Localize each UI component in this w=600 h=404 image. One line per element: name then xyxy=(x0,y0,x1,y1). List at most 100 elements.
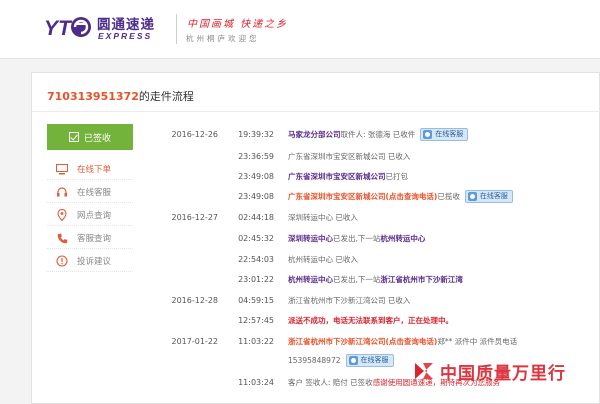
side-menu: 已签收 在线下单 在线客服 网点查询 客服查询 投诉建议 xyxy=(47,124,133,272)
service-face-icon xyxy=(423,129,433,139)
event-desc: 广东省深圳市宝安区新城公司 已打包 xyxy=(288,171,408,182)
sidebar-item-complaint[interactable]: 投诉建议 xyxy=(47,251,133,272)
watermark: 中国质量万里行 xyxy=(412,356,566,386)
header-welcome: 杭州桐庐欢迎您 xyxy=(186,34,260,43)
event-row: 2016-12-27 02:44:18 深圳转运中心 已收入 xyxy=(140,207,358,227)
event-location-link[interactable]: 马家龙分部公司 xyxy=(288,129,341,140)
event-desc: 杭州转运中心 已收入 xyxy=(288,254,358,265)
event-time: 23:01:22 xyxy=(238,274,274,284)
event-text: 已揽收 xyxy=(437,191,460,201)
event-time: 02:44:18 xyxy=(238,212,274,222)
event-row: 2017-01-22 11:03:22 浙江省杭州市下沙新江湾公司(点击查询电话… xyxy=(140,331,518,351)
event-text: 杭州转运中心 已收入 xyxy=(288,254,358,264)
event-time: 11:03:22 xyxy=(238,336,274,346)
event-text: 已打包 xyxy=(385,171,409,181)
header-divider xyxy=(176,14,177,44)
event-location-phone-link[interactable]: 浙江省杭州市下沙新江湾公司(点击查询电话) xyxy=(288,336,437,347)
yto-logo-icon: YT xyxy=(44,17,91,40)
service-face-icon xyxy=(348,355,358,365)
sidebar-item-label: 网点查询 xyxy=(77,211,112,221)
event-text: 郑** 派件中 派件员电话 xyxy=(437,336,518,346)
event-row: 23:49:08 广东省深圳市宝安区新城公司 已打包 xyxy=(140,166,408,186)
online-service-button[interactable]: 在线客服 xyxy=(464,189,513,203)
status-signed-button[interactable]: 已签收 xyxy=(47,124,133,150)
sidebar-item-label: 在线下单 xyxy=(77,165,112,175)
event-row: 02:45:32 深圳转运中心 已发出,下一站 杭州转运中心 xyxy=(140,228,425,248)
event-row: 23:01:22 杭州转运中心 已发出,下一站 浙江省杭州市下沙新江湾 xyxy=(140,269,463,289)
event-row: 23:49:08 广东省深圳市宝安区新城公司(点击查询电话) 已揽收 在线客服 xyxy=(140,186,513,206)
event-desc: 派送不成功，电话无法联系到客户，正在处理中。 xyxy=(288,315,453,326)
event-text: 已发出,下一站 xyxy=(333,233,381,243)
tracking-number: 710313951372 xyxy=(47,90,139,103)
headset-icon xyxy=(56,186,68,198)
location-pin-icon xyxy=(56,209,68,221)
sidebar-item-label: 投诉建议 xyxy=(77,257,112,267)
event-date: 2016-12-26 xyxy=(171,129,219,139)
event-desc: 深圳转运中心 已发出,下一站 杭州转运中心 xyxy=(288,233,425,244)
sidebar-item-label: 客服查询 xyxy=(77,234,112,244)
event-row: 22:54:03 杭州转运中心 已收入 xyxy=(140,249,358,269)
online-service-button[interactable]: 在线客服 xyxy=(420,127,469,141)
event-text: 取件人: 张德海 已收件 xyxy=(340,129,416,139)
event-date: 2016-12-27 xyxy=(171,212,219,222)
event-desc: 广东省深圳市宝安区新城公司 已收入 xyxy=(288,151,410,162)
event-next-stop-link[interactable]: 杭州转运中心 xyxy=(380,233,425,244)
event-text: 广东省深圳市宝安区新城公司 已收入 xyxy=(288,151,411,161)
svg-text:YT: YT xyxy=(44,17,73,40)
title-divider xyxy=(32,111,600,112)
event-row: 23:36:59 广东省深圳市宝安区新城公司 已收入 xyxy=(140,146,410,166)
watermark-logo-icon xyxy=(415,363,433,379)
event-time: 11:03:24 xyxy=(238,377,274,387)
event-desc: 15395848972 在线客服 xyxy=(288,353,394,367)
online-service-label: 在线客服 xyxy=(435,130,464,138)
page-title-suffix: 的走件流程 xyxy=(138,90,194,103)
event-time: 19:39:32 xyxy=(238,129,274,139)
event-time: 23:49:08 xyxy=(238,171,274,181)
online-service-label: 在线客服 xyxy=(360,356,389,364)
event-location-link[interactable]: 深圳转运中心 xyxy=(288,233,333,244)
event-desc: 广东省深圳市宝安区新城公司(点击查询电话) 已揽收 在线客服 xyxy=(288,189,513,203)
event-row: 2016-12-28 04:59:15 浙江省杭州市下沙新江湾公司 已收入 xyxy=(140,290,411,310)
online-service-button[interactable]: 在线客服 xyxy=(345,353,394,367)
event-desc: 杭州转运中心 已发出,下一站 浙江省杭州市下沙新江湾 xyxy=(288,274,463,285)
event-text: 已发出,下一站 xyxy=(333,274,381,284)
event-row: 2016-12-26 19:39:32 马家龙分部公司 取件人: 张德海 已收件… xyxy=(140,124,469,144)
monitor-icon xyxy=(56,163,68,175)
watermark-text: 中国质量万里行 xyxy=(440,363,566,384)
sidebar-item-service-search[interactable]: 客服查询 xyxy=(47,228,133,249)
site-header: YT 圆通速递 EXPRESS 中国画城 快递之乡 杭州桐庐欢迎您 xyxy=(0,0,600,59)
sidebar-item-online-order[interactable]: 在线下单 xyxy=(47,159,133,180)
event-text: 深圳转运中心 已收入 xyxy=(288,212,358,222)
sidebar-item-online-service[interactable]: 在线客服 xyxy=(47,182,133,203)
online-service-label: 在线客服 xyxy=(479,192,508,200)
event-time: 23:49:08 xyxy=(238,191,274,201)
complaint-icon xyxy=(56,255,68,267)
sidebar-item-branch-search[interactable]: 网点查询 xyxy=(47,205,133,226)
event-time: 04:59:15 xyxy=(238,295,274,305)
page-title: 710313951372的走件流程 xyxy=(47,88,194,104)
event-text: 浙江省杭州市下沙新江湾公司 已收入 xyxy=(288,295,411,305)
brand-name: 圆通速递 xyxy=(97,17,155,33)
delivery-failed-notice: 派送不成功，电话无法联系到客户，正在处理中。 xyxy=(288,315,453,325)
event-location-link[interactable]: 广东省深圳市宝安区新城公司 xyxy=(288,171,386,182)
status-signed-label: 已签收 xyxy=(83,133,111,144)
event-row: 15395848972 在线客服 xyxy=(140,350,394,370)
header-slogan: 中国画城 快递之乡 xyxy=(187,19,289,30)
event-desc: 深圳转运中心 已收入 xyxy=(288,212,358,223)
sidebar-item-label: 在线客服 xyxy=(77,188,112,198)
brand-subtitle: EXPRESS xyxy=(98,31,153,41)
event-time: 22:54:03 xyxy=(238,254,274,264)
event-desc: 马家龙分部公司 取件人: 张德海 已收件 在线客服 xyxy=(288,127,469,141)
event-time: 23:36:59 xyxy=(238,151,274,161)
event-text: 客户 签收人: 赔付 已签收 xyxy=(288,377,373,387)
event-next-stop-link[interactable]: 浙江省杭州市下沙新江湾 xyxy=(380,274,463,285)
event-row: 12:57:45 派送不成功，电话无法联系到客户，正在处理中。 xyxy=(140,310,453,330)
event-date: 2016-12-28 xyxy=(171,295,219,305)
phone-icon xyxy=(56,232,68,244)
event-desc: 浙江省杭州市下沙新江湾公司(点击查询电话) 郑** 派件中 派件员电话 xyxy=(288,336,517,347)
event-location-link[interactable]: 杭州转运中心 xyxy=(288,274,333,285)
event-time: 12:57:45 xyxy=(238,315,274,325)
event-row: 11:03:24 客户 签收人: 赔付 已签收 感谢使用圆通速递，期待再次为您服… xyxy=(140,372,500,392)
event-desc: 浙江省杭州市下沙新江湾公司 已收入 xyxy=(288,295,410,306)
event-location-phone-link[interactable]: 广东省深圳市宝安区新城公司(点击查询电话) xyxy=(288,191,437,202)
